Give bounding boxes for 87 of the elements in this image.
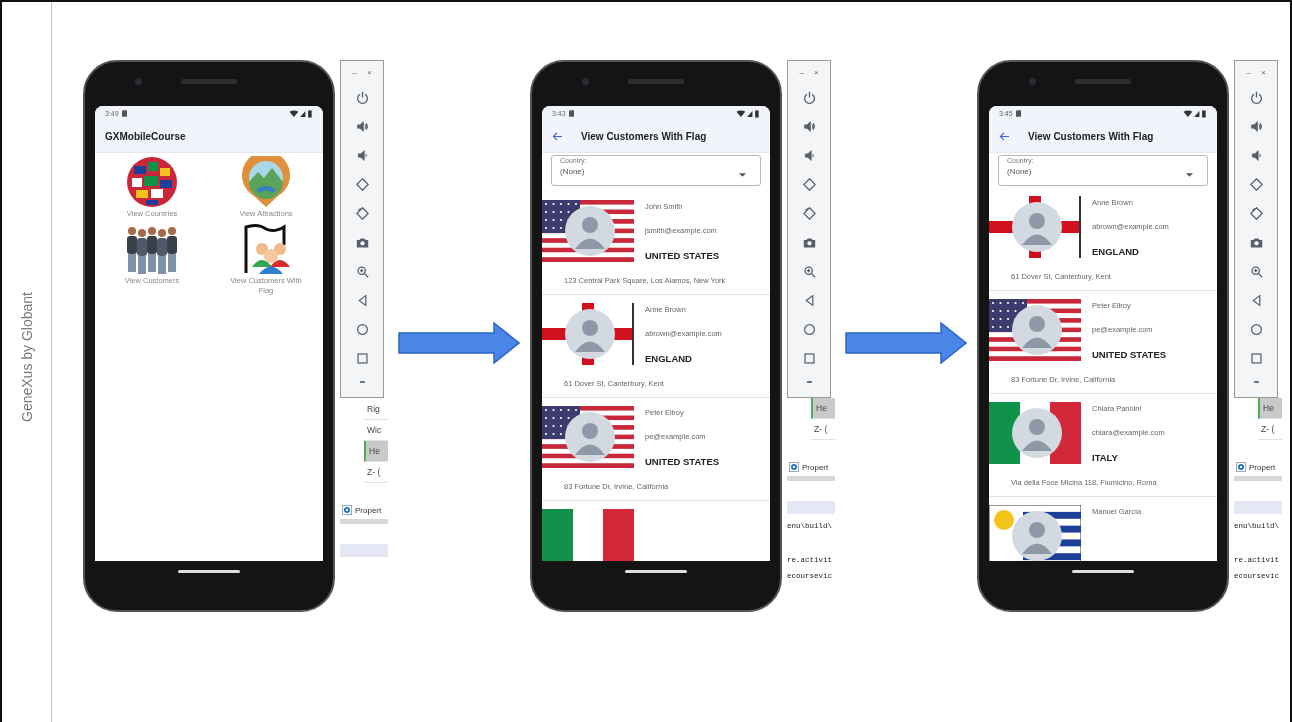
settings-icon [342,505,352,515]
customer-country: UNITED STATES [645,250,720,261]
rotate-left-icon[interactable] [355,178,369,191]
settings-icon [789,462,799,472]
sd-card-icon [568,110,574,117]
close-button[interactable]: × [813,67,819,77]
screen-title: View Customers With Flag [581,131,707,142]
customer-country: ENGLAND [1092,246,1140,257]
rotate-right-icon[interactable] [1249,207,1263,220]
back-arrow-icon[interactable] [552,132,563,141]
property-row[interactable]: Z- ( [1258,419,1282,440]
overview-icon[interactable] [802,352,816,365]
camera-icon[interactable] [802,236,816,249]
customer-country: ENGLAND [645,353,693,364]
property-row[interactable]: Z- ( [364,462,388,483]
volume-up-icon[interactable] [802,120,816,133]
back-arrow-icon[interactable] [999,132,1010,141]
settings-icon [1236,462,1246,472]
speaker-grille [628,79,684,84]
customer-country: UNITED STATES [1092,349,1167,360]
caret-down-icon [739,173,746,177]
zoom-icon[interactable] [355,265,369,278]
caret-down-icon [1186,173,1193,177]
wifi-signal-battery-icon [289,109,313,118]
minimize-button[interactable]: – [1246,67,1251,77]
properties-tab[interactable]: Propert [1234,460,1282,481]
property-row[interactable]: He [364,441,388,462]
property-row[interactable]: He [811,398,835,419]
back-icon[interactable] [355,294,369,307]
properties-tab[interactable]: Propert [340,503,388,524]
overview-icon[interactable] [355,352,369,365]
sd-card-icon [1015,110,1021,117]
zoom-icon[interactable] [802,265,816,278]
customer-country: ITALY [1092,452,1119,463]
property-row[interactable]: Z- ( [811,419,835,440]
customer-country: UNITED STATES [645,456,720,467]
rotate-right-icon[interactable] [802,207,816,220]
minimize-button[interactable]: – [352,67,357,77]
panel-band [1234,501,1282,514]
speaker-grille [1075,79,1131,84]
power-icon[interactable] [802,91,816,104]
avatar-placeholder [565,309,615,359]
power-icon[interactable] [1249,91,1263,104]
home-icon[interactable] [1249,323,1263,336]
back-icon[interactable] [802,294,816,307]
front-camera [582,78,589,85]
brand-label: GeneXus by Globant [18,292,35,422]
close-button[interactable]: × [1260,67,1266,77]
property-row[interactable]: He [1258,398,1282,419]
volume-up-icon[interactable] [355,120,369,133]
rotate-right-icon[interactable] [355,207,369,220]
home-icon[interactable] [355,323,369,336]
camera-icon[interactable] [1249,236,1263,249]
screen-title: GXMobileCourse [105,131,186,142]
minimize-button[interactable]: – [799,67,804,77]
camera-icon[interactable] [355,236,369,249]
power-icon[interactable] [355,91,369,104]
panel-band [340,544,388,557]
avatar-placeholder [1012,511,1062,561]
properties-tab[interactable]: Propert [787,460,835,481]
panel-band [787,501,835,514]
avatar-placeholder [1012,202,1062,252]
rotate-left-icon[interactable] [802,178,816,191]
map-pin-drawing [240,156,292,208]
volume-down-icon[interactable] [355,149,369,162]
volume-up-icon[interactable] [1249,120,1263,133]
avatar-placeholder [565,412,615,462]
screen-title: View Customers With Flag [1028,131,1154,142]
speaker-grille [181,79,237,84]
back-icon[interactable] [1249,294,1263,307]
volume-down-icon[interactable] [1249,149,1263,162]
volume-down-icon[interactable] [802,149,816,162]
avatar-placeholder [565,206,615,256]
avatar-placeholder [1012,408,1062,458]
wifi-signal-battery-icon [736,109,760,118]
rotate-left-icon[interactable] [1249,178,1263,191]
globe-of-flags-drawing [126,156,178,208]
front-camera [1029,78,1036,85]
property-row[interactable]: Rig [364,399,388,420]
wifi-signal-battery-icon [1183,109,1207,118]
sd-card-icon [121,110,127,117]
home-icon[interactable] [802,323,816,336]
avatar-placeholder [1012,305,1062,355]
close-button[interactable]: × [366,67,372,77]
front-camera [135,78,142,85]
zoom-icon[interactable] [1249,265,1263,278]
overview-icon[interactable] [1249,352,1263,365]
